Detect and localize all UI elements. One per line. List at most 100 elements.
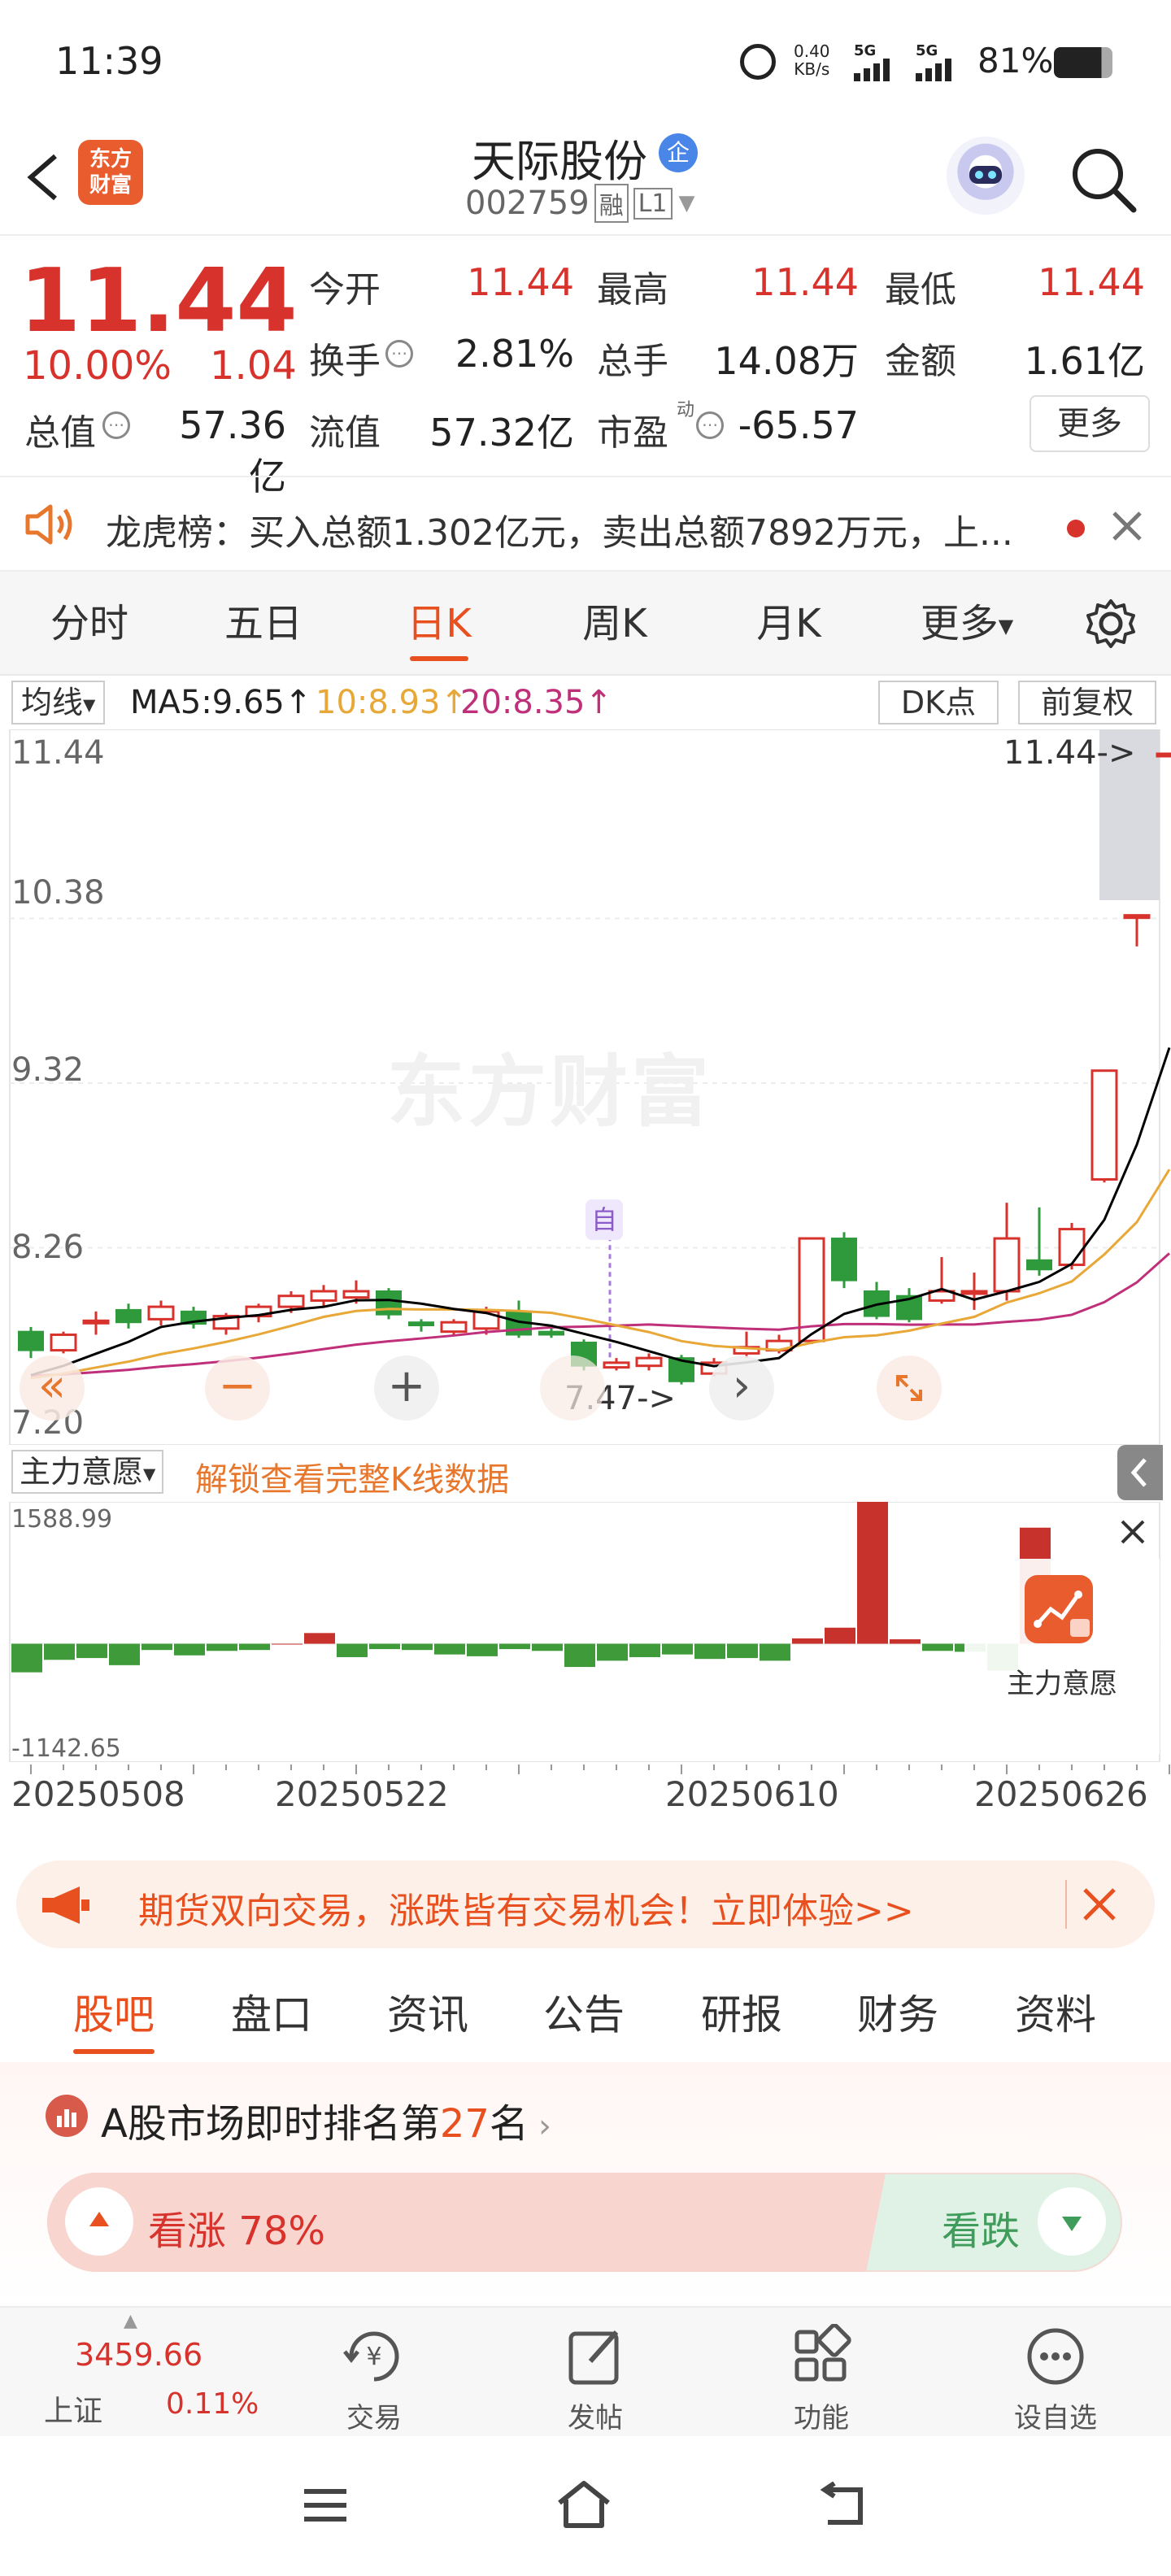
stock-code: 002759 [465, 185, 590, 222]
main-force-bar [109, 1643, 140, 1665]
forward-adjust-button[interactable]: 前复权 [1018, 681, 1156, 724]
candle [376, 1288, 402, 1320]
fullscreen-icon[interactable] [877, 1355, 942, 1421]
scroll-left-button[interactable]: « [20, 1355, 85, 1421]
main-force-bar [662, 1643, 693, 1655]
change-amount: 1.04 [210, 343, 297, 389]
indicator-select[interactable]: 均线▼ [11, 681, 106, 724]
dk-point-button[interactable]: DK点 [878, 681, 999, 724]
net-speed-value: 0.40 [794, 41, 830, 61]
tab-profile[interactable]: 资料 [999, 1968, 1112, 2062]
main-force-bar [174, 1643, 205, 1656]
main-force-bar [402, 1643, 433, 1651]
main-force-bar [272, 1643, 303, 1645]
tab-pankou[interactable]: 盘口 [215, 1968, 329, 2062]
high-label: 最高 [597, 269, 668, 311]
self-select-marker[interactable]: 自 [586, 1199, 623, 1240]
main-force-bar [499, 1643, 530, 1650]
futures-ad-banner[interactable]: 期货双向交易，涨跌皆有交易机会！立即体验>> [16, 1860, 1155, 1948]
info-icon[interactable]: ⋯ [102, 411, 130, 439]
tab-finance[interactable]: 财务 [841, 1968, 955, 2062]
collapse-arrow-icon[interactable] [1117, 1445, 1163, 1500]
rank-text[interactable]: A股市场即时排名第27名 › [101, 2091, 551, 2148]
caret-down-icon: ▼ [998, 615, 1014, 637]
bottom-nav: ▲ 3459.66 上证 0.11% ¥ 交易 发帖 功能 设自选 [0, 2306, 1171, 2436]
nav-trade[interactable]: ¥ 交易 [293, 2308, 455, 2438]
date-label: 20250522 [275, 1774, 449, 1814]
chevron-down-icon[interactable]: ▼ [679, 191, 695, 215]
main-force-bar [629, 1643, 660, 1657]
home-icon[interactable] [555, 2478, 613, 2530]
y-tick-label: 11.44 [11, 734, 105, 772]
nav-function-label: 功能 [794, 2402, 849, 2435]
info-icon[interactable]: ⋯ [696, 411, 724, 439]
unlock-kline-link[interactable]: 解锁查看完整K线数据 [195, 1453, 509, 1500]
open-value: 11.44 [467, 260, 574, 304]
nav-post-label: 发帖 [568, 2402, 623, 2435]
tab-research[interactable]: 研报 [685, 1968, 799, 2062]
tab-announcements[interactable]: 公告 [527, 1968, 641, 2062]
zoom-in-button[interactable]: + [374, 1355, 439, 1421]
gear-icon[interactable] [1085, 598, 1137, 650]
tab-minute[interactable]: 分时 [33, 572, 146, 676]
level-tag: L1 [633, 187, 673, 220]
main-force-select[interactable]: 主力意愿▼ [11, 1450, 164, 1494]
tab-five-day[interactable]: 五日 [207, 572, 320, 676]
nav-watchlist[interactable]: 设自选 [974, 2308, 1137, 2438]
index-name[interactable]: 上证 [44, 2387, 102, 2430]
index-value[interactable]: 3459.66 [75, 2337, 202, 2373]
bear-button[interactable] [1038, 2187, 1106, 2256]
battery-icon [1054, 47, 1112, 78]
ma20-label: 20:8.35↑ [460, 684, 612, 721]
tab-more[interactable]: 更多▼ [914, 572, 1020, 676]
clock: 11:39 [55, 39, 163, 83]
bull-button[interactable] [65, 2187, 133, 2256]
ad-divider [1065, 1880, 1067, 1929]
bear-label: 看跌 [942, 2208, 1021, 2254]
candle [603, 1358, 630, 1371]
svg-text:¥: ¥ [366, 2343, 381, 2371]
candle [1026, 1207, 1052, 1276]
main-force-bar [760, 1643, 790, 1661]
menu-icon[interactable] [303, 2485, 348, 2526]
more-button[interactable]: 更多 [1030, 395, 1150, 452]
candle [1090, 1069, 1118, 1183]
caret-down-icon: ▼ [143, 1464, 156, 1484]
app-logo[interactable]: 东方 财富 [78, 140, 143, 205]
candle [733, 1331, 760, 1359]
turnover-value: 2.81% [455, 332, 574, 376]
search-icon[interactable] [1067, 143, 1140, 216]
candle [1123, 914, 1151, 946]
dragon-tiger-notice[interactable]: 龙虎榜：买入总额1.302亿元，卖出总额7892万元，上... [0, 476, 1171, 572]
candle [864, 1281, 890, 1320]
back-nav-icon[interactable] [816, 2481, 868, 2529]
low-value: 11.44 [1038, 260, 1145, 304]
index-change[interactable]: 0.11% [166, 2387, 259, 2421]
candle [18, 1326, 44, 1359]
back-icon[interactable] [20, 151, 65, 203]
candle [896, 1288, 922, 1323]
main-force-bar [44, 1643, 75, 1660]
amount-value: 1.61亿 [1024, 339, 1145, 383]
more-dots-icon [1023, 2324, 1088, 2389]
main-force-bar [337, 1643, 368, 1657]
nav-trade-label: 交易 [346, 2402, 402, 2435]
rank-prefix: A股市场即时排名第 [101, 2101, 440, 2147]
kline-chart[interactable]: 东方财富 11.44 10.38 9.32 8.26 7.20 11.44-> … [0, 729, 1171, 1446]
nav-function[interactable]: 功能 [740, 2308, 903, 2438]
close-icon[interactable] [1082, 1886, 1117, 1922]
close-icon[interactable] [1119, 1518, 1147, 1546]
tab-monthly-k[interactable]: 月K [732, 572, 846, 676]
scroll-right-button[interactable]: › [709, 1355, 774, 1421]
zoom-out-button[interactable]: − [205, 1355, 270, 1421]
main-force-side-panel[interactable]: 主力意愿 [964, 1559, 1160, 1754]
high-price-label: 11.44-> [1003, 734, 1136, 772]
robot-avatar-icon[interactable] [947, 137, 1025, 215]
info-tabs: 股吧 盘口 资讯 公告 研报 财务 资料 [0, 1968, 1171, 2062]
nav-post[interactable]: 发帖 [514, 2308, 677, 2438]
close-icon[interactable] [1111, 510, 1143, 542]
tab-news[interactable]: 资讯 [371, 1968, 485, 2062]
tab-guba[interactable]: 股吧 [57, 1968, 171, 2062]
tab-weekly-k[interactable]: 周K [558, 572, 672, 676]
info-icon[interactable]: ⋯ [385, 340, 413, 368]
